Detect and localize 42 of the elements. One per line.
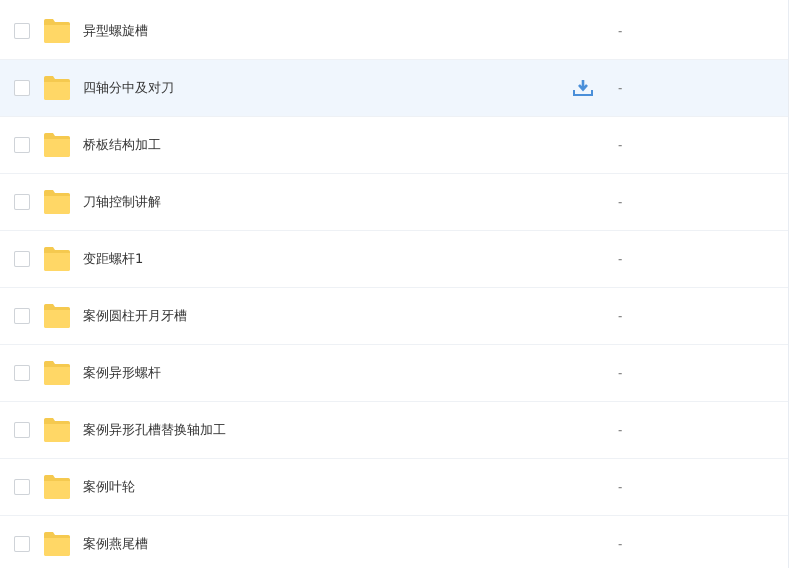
folder-name[interactable]: 案例燕尾槽 [83, 535, 563, 553]
folder-icon [44, 361, 70, 385]
file-size: - [618, 480, 622, 494]
folder-icon [44, 133, 70, 157]
file-size: - [618, 537, 622, 551]
download-icon[interactable] [573, 79, 593, 97]
file-size: - [618, 81, 622, 95]
folder-name[interactable]: 案例叶轮 [83, 478, 563, 496]
file-row[interactable]: 四轴分中及对刀 - [0, 60, 788, 117]
folder-name[interactable]: 变距螺杆1 [83, 250, 563, 268]
folder-icon [44, 76, 70, 100]
folder-icon [44, 247, 70, 271]
checkbox[interactable] [14, 23, 30, 39]
folder-icon [44, 19, 70, 43]
folder-name[interactable]: 案例异形孔槽替换轴加工 [83, 421, 563, 439]
file-size: - [618, 195, 622, 209]
checkbox[interactable] [14, 479, 30, 495]
checkbox[interactable] [14, 251, 30, 267]
checkbox[interactable] [14, 194, 30, 210]
checkbox[interactable] [14, 137, 30, 153]
file-size: - [618, 366, 622, 380]
folder-icon [44, 532, 70, 556]
checkbox[interactable] [14, 80, 30, 96]
checkbox[interactable] [14, 536, 30, 552]
folder-name[interactable]: 刀轴控制讲解 [83, 193, 563, 211]
folder-icon [44, 418, 70, 442]
file-size: - [618, 138, 622, 152]
checkbox[interactable] [14, 365, 30, 381]
file-size: - [618, 309, 622, 323]
folder-name[interactable]: 案例圆柱开月牙槽 [83, 307, 563, 325]
file-size: - [618, 252, 622, 266]
checkbox[interactable] [14, 308, 30, 324]
folder-icon [44, 475, 70, 499]
folder-name[interactable]: 桥板结构加工 [83, 136, 563, 154]
folder-icon [44, 190, 70, 214]
folder-name[interactable]: 案例异形螺杆 [83, 364, 563, 382]
folder-name[interactable]: 四轴分中及对刀 [83, 79, 563, 97]
folder-name[interactable]: 异型螺旋槽 [83, 22, 563, 40]
folder-icon [44, 304, 70, 328]
checkbox[interactable] [14, 422, 30, 438]
file-size: - [618, 24, 622, 38]
file-size: - [618, 423, 622, 437]
